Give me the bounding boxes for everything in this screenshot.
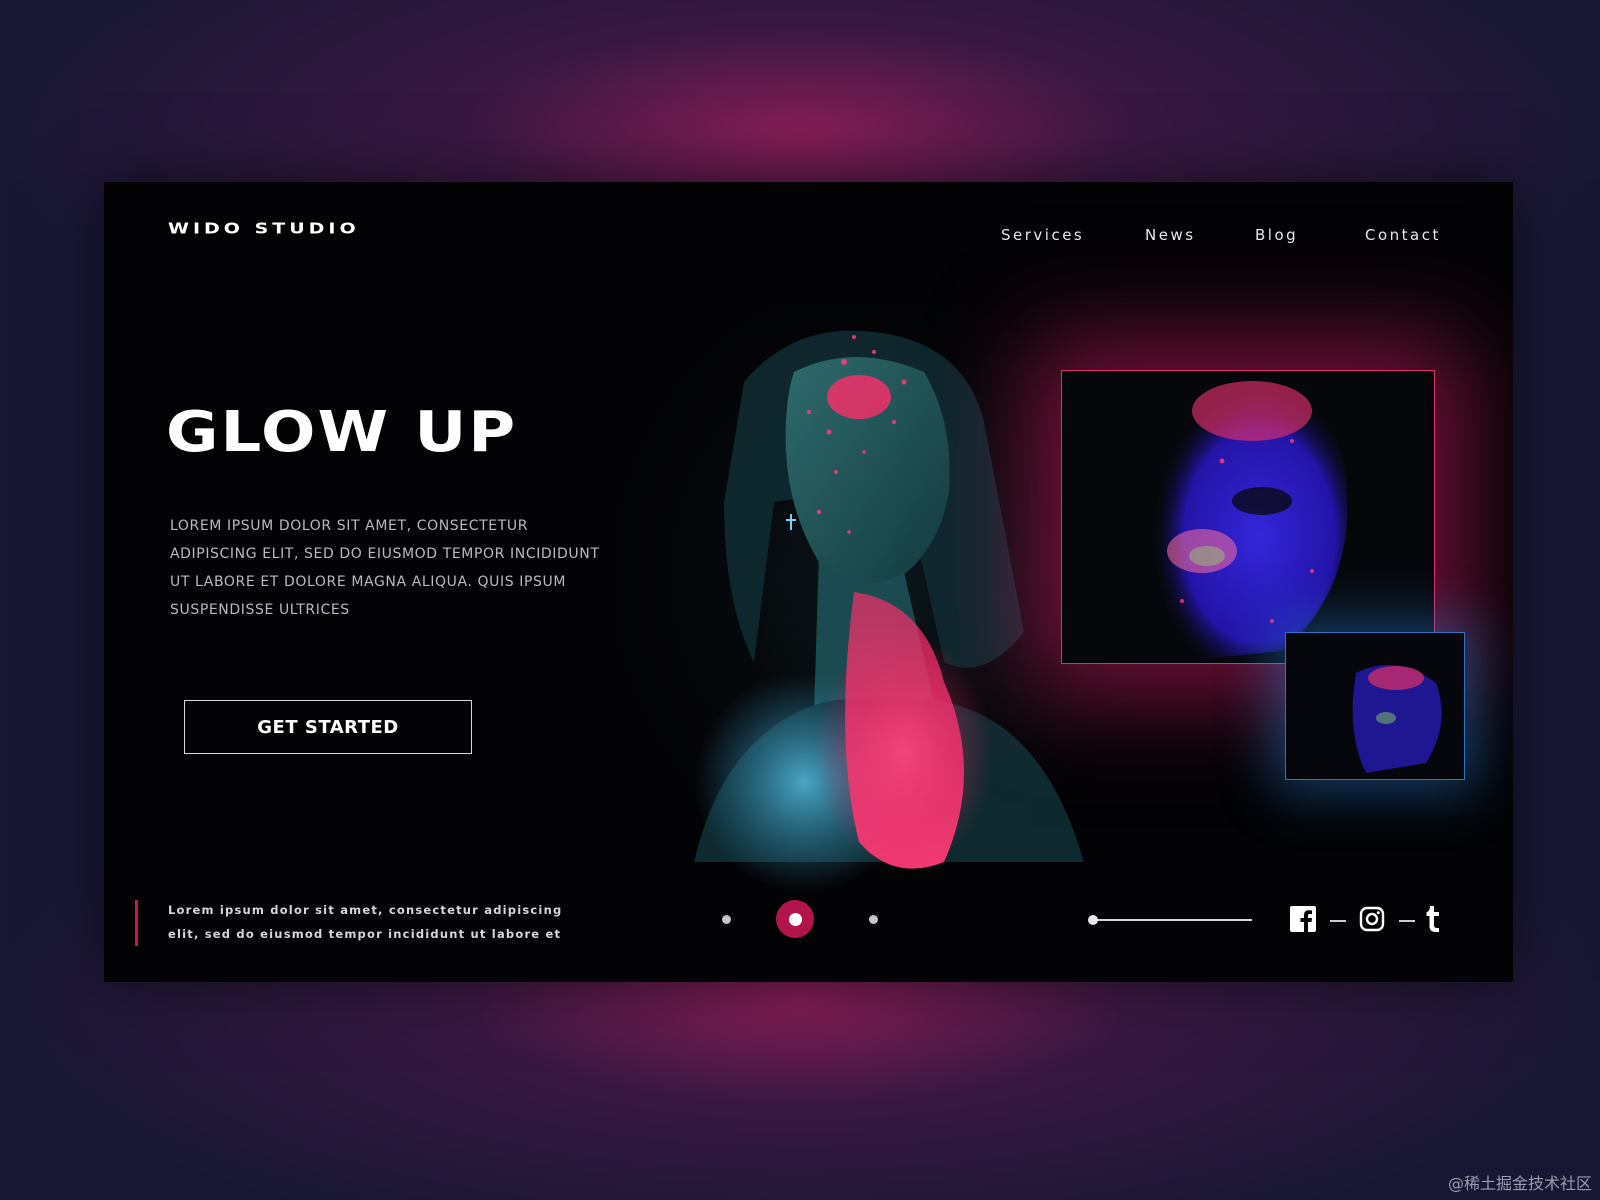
tumblr-icon[interactable]: [1424, 904, 1444, 934]
nav-item-services[interactable]: Services: [1001, 226, 1084, 244]
instagram-icon[interactable]: [1359, 906, 1385, 932]
nav-item-news[interactable]: News: [1145, 226, 1196, 244]
slider-track: [1092, 919, 1252, 921]
footer-description: Lorem ipsum dolor sit amet, consectetur …: [168, 903, 563, 941]
hero-title: GLOW UP: [166, 400, 518, 466]
landing-page-frame: WIDO STUDIO Services News Blog Contact G…: [104, 182, 1513, 982]
nav-item-blog[interactable]: Blog: [1255, 226, 1298, 244]
social-separator: [1399, 920, 1415, 922]
featured-image-card[interactable]: [1061, 370, 1435, 664]
watermark-text: @稀土掘金技术社区: [1447, 1174, 1592, 1193]
facebook-icon[interactable]: [1290, 906, 1316, 932]
uv-profile-image: [1352, 665, 1442, 773]
get-started-button[interactable]: GET STARTED: [184, 700, 472, 754]
social-separator: [1330, 920, 1346, 922]
carousel-dot-2-active[interactable]: [776, 900, 814, 938]
carousel-dot-1[interactable]: [722, 915, 731, 924]
social-slider[interactable]: [1088, 915, 1252, 925]
secondary-image-card[interactable]: [1285, 632, 1465, 780]
slider-knob[interactable]: [1088, 915, 1098, 925]
hero-description: Lorem ipsum dolor sit amet, consectetur …: [170, 518, 600, 618]
nav-item-contact[interactable]: Contact: [1365, 226, 1441, 244]
main-navigation: Services News Blog Contact: [104, 226, 1513, 246]
carousel-dot-3[interactable]: [869, 915, 878, 924]
uv-face-image: [1151, 381, 1348, 661]
footer-accent-bar: [135, 900, 138, 946]
